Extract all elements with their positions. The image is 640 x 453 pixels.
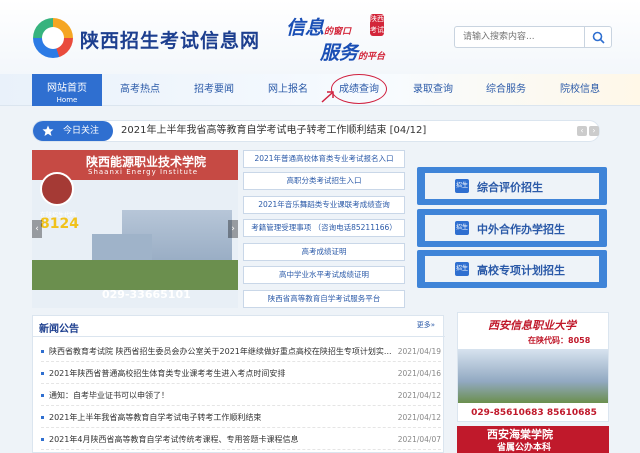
search-button[interactable] — [584, 26, 612, 48]
quick-link[interactable]: 2021年音乐舞蹈类专业课联考成绩查询 — [243, 196, 405, 214]
school-logo-icon — [40, 172, 74, 206]
ticker-next-button[interactable]: › — [589, 126, 599, 136]
recruit-badge-icon: 招生 — [455, 179, 469, 193]
arrow-icon — [321, 91, 334, 103]
recruit-comprehensive[interactable]: 招生 综合评价招生 — [417, 167, 607, 205]
ad1-code: 在陕代码：8058 — [528, 336, 591, 345]
slogan-line2: 服务的平台 — [320, 42, 386, 64]
highlight-ring — [331, 74, 387, 104]
recruit-badge-icon: 招生 — [455, 221, 469, 235]
banner-school-name-en: Shaanxi Energy Institute — [88, 168, 199, 176]
site-logo-icon[interactable] — [33, 18, 73, 58]
carousel-next-button[interactable]: › — [228, 220, 238, 238]
banner-phone: 029-33665101 — [102, 288, 191, 301]
news-item[interactable]: 陕西省教育考试院 陕西省招生委员会办公室关于2021年继续做好重点高校在陕招生专… — [41, 342, 441, 362]
carousel-prev-button[interactable]: ‹ — [32, 220, 42, 238]
recruit-badge-icon: 招生 — [455, 262, 469, 276]
ad1-name: 西安信息职业大学 — [458, 313, 608, 335]
quick-link[interactable]: 高职分类考试招生入口 — [243, 172, 405, 190]
news-title: 新闻公告 — [39, 324, 79, 335]
ad2-sub: 省属公办本科 — [497, 443, 552, 453]
ad1-phone: 029-85610683 85610685 — [458, 403, 608, 421]
recruit-sino-foreign[interactable]: 招生 中外合作办学招生 — [417, 209, 607, 247]
nav-item-service[interactable]: 综合服务 — [476, 74, 536, 106]
ticker-prev-button[interactable]: ‹ — [577, 126, 587, 136]
nav-item-signup[interactable]: 网上报名 — [258, 74, 318, 106]
slogan-line1: 信息的窗口 — [286, 17, 352, 39]
site-header: 陕西招生考试信息网 信息的窗口 陕西考试 服务的平台 — [0, 0, 640, 74]
quick-link[interactable]: 高中学业水平考试成绩证明 — [243, 266, 405, 284]
news-item[interactable]: 2021年陕西省普通高校招生体育类专业课考考生进入考点时间安排 2021/04/1… — [41, 364, 441, 384]
news-item[interactable]: 通知：自考毕业证书可以申领了！ 2021/04/12 — [41, 386, 441, 406]
site-title[interactable]: 陕西招生考试信息网 — [80, 26, 260, 53]
quick-link[interactable]: 考籍管理受理事项 （咨询电话85211166） — [243, 219, 405, 237]
nav-item-schools[interactable]: 院校信息 — [550, 74, 610, 106]
search-input[interactable] — [454, 26, 584, 48]
search-icon — [592, 31, 605, 44]
ad-haitang-college[interactable]: 西安海棠学院 省属公办本科 — [457, 426, 609, 453]
campus-trees — [32, 260, 238, 290]
nav-home[interactable]: 网站首页 Home — [32, 74, 102, 106]
banner-code: 8124 — [40, 216, 79, 232]
today-focus-ticker: 今日关注 2021年上半年我省高等教育自学考试电子转考工作顺利结束 [04/12… — [32, 120, 600, 142]
quick-link[interactable]: 高考成绩证明 — [243, 243, 405, 261]
recruit-special-plan[interactable]: 招生 高校专项计划招生 — [417, 250, 607, 288]
nav-item-admission[interactable]: 录取查询 — [403, 74, 463, 106]
quick-link[interactable]: 2021年普通高校体育类专业考试报名入口 — [243, 150, 405, 168]
nav-item-news[interactable]: 招考要闻 — [184, 74, 244, 106]
star-icon — [42, 125, 54, 136]
news-more-link[interactable]: 更多» — [417, 320, 435, 330]
nav-item-hot[interactable]: 高考热点 — [110, 74, 170, 106]
ad1-campus-image — [458, 349, 608, 403]
ticker-badge: 今日关注 — [33, 121, 113, 141]
ticker-link[interactable]: 2021年上半年我省高等教育自学考试电子转考工作顺利结束 [04/12] — [121, 121, 426, 141]
ad-xian-info-university[interactable]: 西安信息职业大学 在陕代码：8058 029-85610683 85610685 — [457, 312, 609, 422]
news-item[interactable]: 2021年4月陕西省高等教育自学考试传统考课程、专用答题卡课程信息 2021/04… — [41, 430, 441, 450]
banner-carousel[interactable]: 陕西能源职业技术学院 Shaanxi Energy Institute 在陕招生… — [32, 150, 238, 308]
news-panel: 新闻公告 更多» 陕西省教育考试院 陕西省招生委员会办公室关于2021年继续做好… — [32, 315, 445, 453]
news-item[interactable]: 2021年上半年我省高等教育自学考试电子转考工作顺利结束 2021/04/12 — [41, 408, 441, 428]
slogan-seal: 陕西考试 — [370, 14, 384, 36]
quick-link[interactable]: 陕西省高等教育自学考试服务平台 — [243, 290, 405, 308]
